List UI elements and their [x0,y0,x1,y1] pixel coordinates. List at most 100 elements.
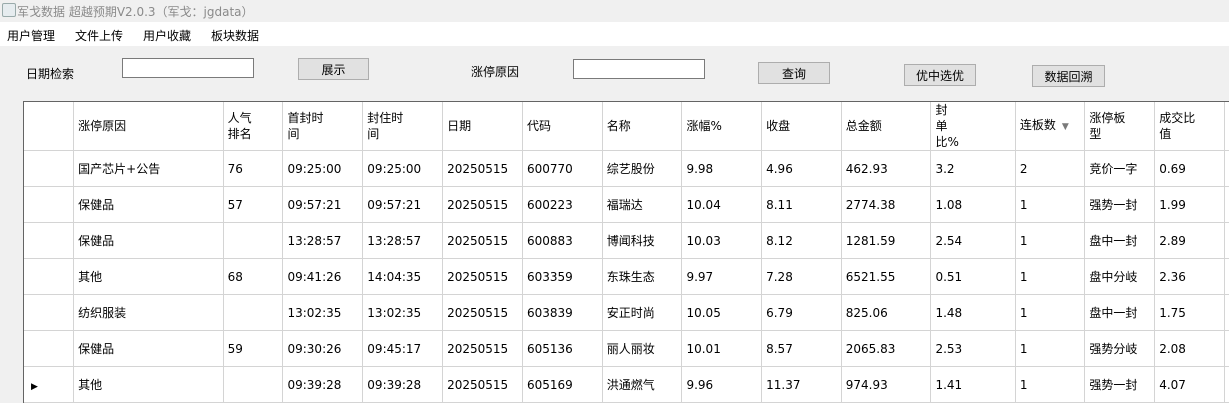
cell-close[interactable]: 6.79 [762,295,842,331]
cell-volume-ratio[interactable]: 2.36 [1155,259,1225,295]
cell-change[interactable]: 10.04 [682,187,762,223]
column-header-amount[interactable]: 总金额 [841,102,931,151]
cell-reason[interactable]: 保健品 [74,223,223,259]
cell-close[interactable]: 4.96 [762,151,842,187]
cell-name[interactable]: 博闻科技 [602,223,682,259]
table-row[interactable]: ▶其他09:39:2809:39:2820250515605169洪通燃气9.9… [24,367,1229,403]
cell-code[interactable]: 600223 [522,187,602,223]
cell-reason[interactable]: 纺织服装 [74,295,223,331]
column-header-code[interactable]: 代码 [522,102,602,151]
cell-first-seal[interactable]: 09:41:26 [283,259,363,295]
cell-amount[interactable]: 825.06 [841,295,931,331]
date-search-input[interactable] [122,58,254,78]
cell-board-type[interactable]: 竞价一字 [1085,151,1155,187]
cell-date[interactable]: 20250515 [443,151,523,187]
cell-close[interactable]: 8.12 [762,223,842,259]
column-header-final-seal[interactable]: 封住时间 [363,102,443,151]
table-row[interactable]: 其他6809:41:2614:04:3520250515603359东珠生态9.… [24,259,1229,295]
cell-volume-ratio[interactable]: 2.08 [1155,331,1225,367]
cell-seal-ratio[interactable]: 2.53 [931,331,1015,367]
pick-best-button[interactable]: 优中选优 [904,64,976,86]
cell-rank[interactable]: 57 [223,187,283,223]
cell-name[interactable]: 综艺股份 [602,151,682,187]
cell-volume-ratio[interactable]: 1.99 [1155,187,1225,223]
cell-boards[interactable]: 1 [1015,331,1085,367]
cell-board-type[interactable]: 强势一封 [1085,367,1155,403]
cell-first-seal[interactable]: 13:02:35 [283,295,363,331]
cell-date[interactable]: 20250515 [443,331,523,367]
cell-code[interactable]: 603359 [522,259,602,295]
show-button[interactable]: 展示 [298,58,369,80]
data-backtest-button[interactable]: 数据回溯 [1032,65,1105,87]
menu-sector-data[interactable]: 板块数据 [211,27,259,44]
row-header[interactable]: ▶ [24,367,74,403]
cell-code[interactable]: 600883 [522,223,602,259]
cell-change[interactable]: 10.03 [682,223,762,259]
row-header[interactable] [24,187,74,223]
cell-reason[interactable]: 保健品 [74,331,223,367]
column-header-volume-ratio[interactable]: 成交比值 [1155,102,1225,151]
cell-final-seal[interactable]: 13:28:57 [363,223,443,259]
cell-final-seal[interactable]: 09:45:17 [363,331,443,367]
cell-name[interactable]: 福瑞达 [602,187,682,223]
cell-rank[interactable] [223,367,283,403]
table-row[interactable]: 保健品5909:30:2609:45:1720250515605136丽人丽妆1… [24,331,1229,367]
cell-amount[interactable]: 6521.55 [841,259,931,295]
cell-close[interactable]: 11.37 [762,367,842,403]
query-button[interactable]: 查询 [758,62,830,84]
cell-change[interactable]: 9.96 [682,367,762,403]
limit-up-data-grid[interactable]: 涨停原因 人气排名 首封时间 封住时间 日期 代码 名称 涨幅% 收盘 总金额 … [23,101,1229,403]
cell-first-seal[interactable]: 09:30:26 [283,331,363,367]
cell-reason[interactable]: 其他 [74,259,223,295]
cell-seal-ratio[interactable]: 1.41 [931,367,1015,403]
cell-rank[interactable] [223,223,283,259]
cell-final-seal[interactable]: 09:57:21 [363,187,443,223]
cell-seal-ratio[interactable]: 2.54 [931,223,1015,259]
cell-date[interactable]: 20250515 [443,187,523,223]
table-row[interactable]: 保健品13:28:5713:28:5720250515600883博闻科技10.… [24,223,1229,259]
row-header[interactable] [24,223,74,259]
column-header-close[interactable]: 收盘 [762,102,842,151]
column-header-first-seal[interactable]: 首封时间 [283,102,363,151]
cell-final-seal[interactable]: 09:25:00 [363,151,443,187]
column-header-change[interactable]: 涨幅% [682,102,762,151]
cell-volume-ratio[interactable]: 2.89 [1155,223,1225,259]
cell-code[interactable]: 603839 [522,295,602,331]
cell-date[interactable]: 20250515 [443,259,523,295]
table-row[interactable]: 国产芯片+公告7609:25:0009:25:0020250515600770综… [24,151,1229,187]
cell-volume-ratio[interactable]: 0.69 [1155,151,1225,187]
column-header-name[interactable]: 名称 [602,102,682,151]
cell-reason[interactable]: 其他 [74,367,223,403]
cell-board-type[interactable]: 盘中一封 [1085,223,1155,259]
column-header-board-type[interactable]: 涨停板型 [1085,102,1155,151]
cell-first-seal[interactable]: 13:28:57 [283,223,363,259]
cell-first-seal[interactable]: 09:39:28 [283,367,363,403]
cell-code[interactable]: 605136 [522,331,602,367]
cell-boards[interactable]: 1 [1015,187,1085,223]
cell-first-seal[interactable]: 09:25:00 [283,151,363,187]
cell-code[interactable]: 605169 [522,367,602,403]
cell-first-seal[interactable]: 09:57:21 [283,187,363,223]
cell-amount[interactable]: 462.93 [841,151,931,187]
cell-rank[interactable]: 68 [223,259,283,295]
column-header-rank[interactable]: 人气排名 [223,102,283,151]
table-row[interactable]: 纺织服装13:02:3513:02:3520250515603839安正时尚10… [24,295,1229,331]
cell-change[interactable]: 9.98 [682,151,762,187]
cell-boards[interactable]: 2 [1015,151,1085,187]
cell-name[interactable]: 东珠生态 [602,259,682,295]
cell-boards[interactable]: 1 [1015,367,1085,403]
cell-board-type[interactable]: 盘中分岐 [1085,259,1155,295]
cell-volume-ratio[interactable]: 4.07 [1155,367,1225,403]
cell-seal-ratio[interactable]: 1.48 [931,295,1015,331]
cell-final-seal[interactable]: 09:39:28 [363,367,443,403]
cell-date[interactable]: 20250515 [443,367,523,403]
cell-name[interactable]: 安正时尚 [602,295,682,331]
cell-name[interactable]: 丽人丽妆 [602,331,682,367]
row-header[interactable] [24,331,74,367]
menu-user-management[interactable]: 用户管理 [7,27,55,44]
row-header[interactable] [24,151,74,187]
cell-date[interactable]: 20250515 [443,223,523,259]
cell-boards[interactable]: 1 [1015,223,1085,259]
cell-close[interactable]: 8.57 [762,331,842,367]
cell-board-type[interactable]: 强势分岐 [1085,331,1155,367]
